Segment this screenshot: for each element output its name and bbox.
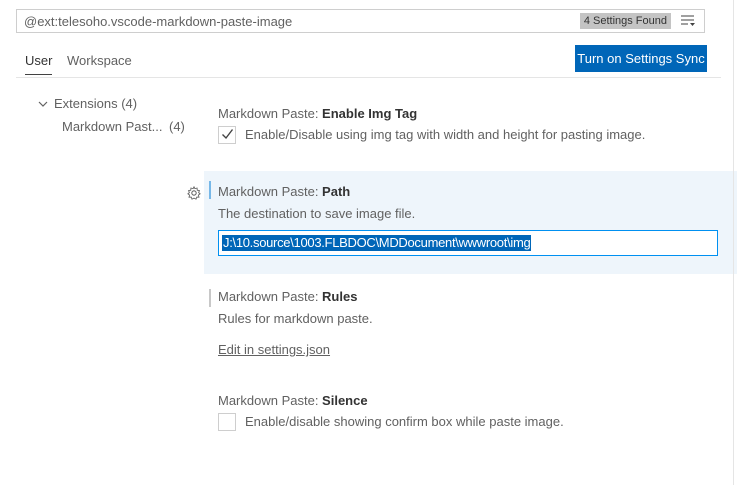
- tree-item-markdown-paste[interactable]: Markdown Past... (4): [62, 119, 192, 134]
- tree-item-label: Extensions: [54, 96, 118, 111]
- path-input[interactable]: J:\10.source\1003.FLBDOC\MDDocument\wwwr…: [218, 230, 718, 256]
- settings-sync-button[interactable]: Turn on Settings Sync: [575, 45, 707, 72]
- setting-prefix: Markdown Paste:: [218, 184, 323, 199]
- silence-checkbox[interactable]: [218, 413, 236, 431]
- tab-user[interactable]: User: [25, 52, 53, 75]
- setting-name: Enable Img Tag: [322, 106, 418, 121]
- setting-path: Markdown Paste: Path The destination to …: [204, 171, 737, 274]
- setting-description: The destination to save image file.: [218, 206, 416, 221]
- setting-description: Enable/disable showing confirm box while…: [245, 414, 564, 429]
- search-box: 4 Settings Found: [16, 9, 705, 33]
- edit-in-settings-json-link[interactable]: Edit in settings.json: [218, 342, 330, 357]
- setting-prefix: Markdown Paste:: [218, 393, 323, 408]
- tree-item-label: Markdown Past...: [62, 119, 163, 134]
- focus-indicator: [209, 181, 211, 199]
- tree-item-count: (4): [121, 96, 138, 111]
- setting-title: Markdown Paste: Path: [218, 184, 350, 199]
- setting-name: Silence: [322, 393, 368, 408]
- check-icon: [222, 129, 234, 140]
- tab-workspace[interactable]: Workspace: [67, 52, 132, 74]
- setting-prefix: Markdown Paste:: [218, 106, 323, 121]
- settings-count-badge: 4 Settings Found: [579, 13, 671, 29]
- setting-description: Enable/Disable using img tag with width …: [245, 127, 646, 142]
- setting-title: Markdown Paste: Silence: [218, 393, 368, 408]
- path-input-value: J:\10.source\1003.FLBDOC\MDDocument\wwwr…: [222, 235, 532, 251]
- tree-item-extensions[interactable]: Extensions (4): [38, 96, 137, 111]
- setting-enable-img-tag: Markdown Paste: Enable Img Tag Enable/Di…: [204, 96, 737, 166]
- filter-icon[interactable]: [680, 14, 696, 28]
- panel-border: [733, 0, 734, 485]
- setting-name: Rules: [322, 289, 358, 304]
- setting-prefix: Markdown Paste:: [218, 289, 323, 304]
- settings-editor: 4 Settings Found User Workspace Turn on …: [0, 0, 737, 485]
- gear-icon[interactable]: [187, 186, 201, 200]
- setting-name: Path: [322, 184, 351, 199]
- enable-img-tag-checkbox[interactable]: [218, 126, 236, 144]
- setting-description: Rules for markdown paste.: [218, 311, 373, 326]
- setting-rules: Markdown Paste: Rules Rules for markdown…: [204, 281, 737, 371]
- setting-silence: Markdown Paste: Silence Enable/disable s…: [204, 385, 737, 445]
- setting-indicator: [209, 289, 211, 307]
- search-input[interactable]: [17, 10, 577, 32]
- tabs-divider: [16, 77, 721, 78]
- tree-item-count: (4): [169, 119, 185, 134]
- setting-title: Markdown Paste: Enable Img Tag: [218, 106, 417, 121]
- setting-title: Markdown Paste: Rules: [218, 289, 357, 304]
- chevron-down-icon: [38, 96, 50, 111]
